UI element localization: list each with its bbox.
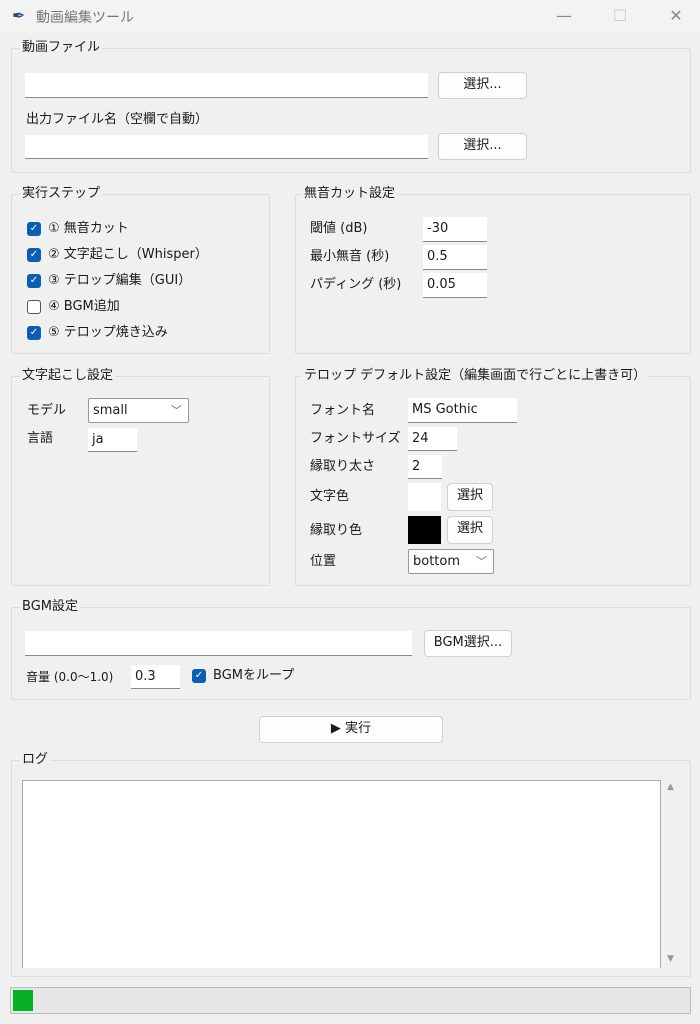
bgm-select-button[interactable]: BGM選択... bbox=[424, 630, 512, 657]
step-checkbox[interactable] bbox=[27, 300, 41, 314]
outline-color-label: 縁取り色 bbox=[310, 523, 363, 538]
step-checkbox[interactable]: ✓ bbox=[27, 222, 41, 236]
maximize-button[interactable]: ☐ bbox=[600, 4, 640, 28]
text-color-swatch bbox=[408, 483, 441, 511]
silence-title: 無音カット設定 bbox=[302, 186, 398, 202]
log-scrollbar[interactable]: ▲ ▼ bbox=[664, 780, 681, 968]
log-title: ログ bbox=[20, 752, 51, 768]
font-name-label: フォント名 bbox=[310, 403, 376, 418]
video-select-button[interactable]: 選択... bbox=[438, 72, 527, 99]
position-value: bottom bbox=[413, 554, 461, 569]
model-label: モデル bbox=[27, 403, 67, 418]
font-name-input[interactable]: MS Gothic bbox=[408, 398, 517, 423]
outline-color-swatch bbox=[408, 516, 441, 544]
log-textarea[interactable] bbox=[22, 780, 661, 968]
step-label: ④ BGM追加 bbox=[48, 299, 120, 314]
video-file-input[interactable] bbox=[25, 73, 428, 98]
volume-input[interactable]: 0.3 bbox=[131, 665, 180, 689]
bgm-title: BGM設定 bbox=[20, 599, 80, 615]
feather-icon: ✒ bbox=[12, 6, 26, 25]
silence-frame bbox=[295, 194, 691, 354]
close-button[interactable]: ✕ bbox=[656, 4, 696, 28]
step-checkbox[interactable]: ✓ bbox=[27, 326, 41, 340]
outline-width-label: 縁取り太さ bbox=[310, 459, 376, 474]
transcribe-title: 文字起こし設定 bbox=[20, 368, 116, 384]
threshold-input[interactable]: -30 bbox=[423, 217, 487, 242]
chevron-down-icon: ﹀ bbox=[476, 555, 487, 568]
bgm-path-input[interactable] bbox=[25, 631, 412, 656]
bgm-loop-checkbox[interactable]: ✓ bbox=[192, 669, 206, 683]
step-label: ② 文字起こし（Whisper） bbox=[48, 247, 208, 262]
language-label: 言語 bbox=[27, 431, 54, 446]
scroll-down-icon[interactable]: ▼ bbox=[667, 954, 674, 964]
bgm-loop-label: BGMをループ bbox=[213, 668, 295, 683]
position-label: 位置 bbox=[310, 554, 337, 569]
text-color-label: 文字色 bbox=[310, 489, 350, 504]
font-size-label: フォントサイズ bbox=[310, 431, 401, 446]
minimize-button[interactable]: — bbox=[544, 4, 584, 28]
model-value: small bbox=[93, 403, 128, 418]
step-label: ⑤ テロップ焼き込み bbox=[48, 325, 168, 340]
step-label: ① 無音カット bbox=[48, 221, 129, 236]
output-select-button[interactable]: 選択... bbox=[438, 133, 527, 160]
video-file-title: 動画ファイル bbox=[20, 40, 103, 56]
step-checkbox[interactable]: ✓ bbox=[27, 274, 41, 288]
volume-label: 音量 (0.0〜1.0) bbox=[26, 670, 114, 684]
text-color-select-button[interactable]: 選択 bbox=[447, 483, 493, 511]
progress-fill bbox=[13, 990, 34, 1011]
window-title: 動画編集ツール bbox=[36, 10, 134, 26]
step-checkbox[interactable]: ✓ bbox=[27, 248, 41, 262]
min-silence-input[interactable]: 0.5 bbox=[423, 245, 487, 270]
padding-label: パディング (秒) bbox=[310, 277, 402, 292]
output-file-input[interactable] bbox=[25, 135, 428, 159]
font-size-input[interactable]: 24 bbox=[408, 427, 457, 451]
threshold-label: 閾値 (dB) bbox=[310, 221, 368, 236]
outline-width-input[interactable]: 2 bbox=[408, 455, 442, 479]
scroll-up-icon[interactable]: ▲ bbox=[667, 782, 674, 792]
chevron-down-icon: ﹀ bbox=[171, 404, 182, 417]
outline-color-select-button[interactable]: 選択 bbox=[447, 516, 493, 544]
run-button[interactable]: ▶ 実行 bbox=[259, 716, 443, 743]
min-silence-label: 最小無音 (秒) bbox=[310, 249, 390, 264]
step-label: ③ テロップ編集（GUI） bbox=[48, 273, 192, 288]
model-combobox[interactable]: small ﹀ bbox=[88, 398, 189, 423]
telop-title: テロップ デフォルト設定（編集画面で行ごとに上書き可） bbox=[302, 368, 649, 384]
steps-title: 実行ステップ bbox=[20, 186, 103, 202]
output-file-label: 出力ファイル名（空欄で自動） bbox=[26, 112, 209, 127]
language-input[interactable]: ja bbox=[88, 428, 137, 452]
padding-input[interactable]: 0.05 bbox=[423, 273, 487, 298]
position-combobox[interactable]: bottom ﹀ bbox=[408, 549, 494, 574]
progress-bar bbox=[10, 987, 691, 1014]
